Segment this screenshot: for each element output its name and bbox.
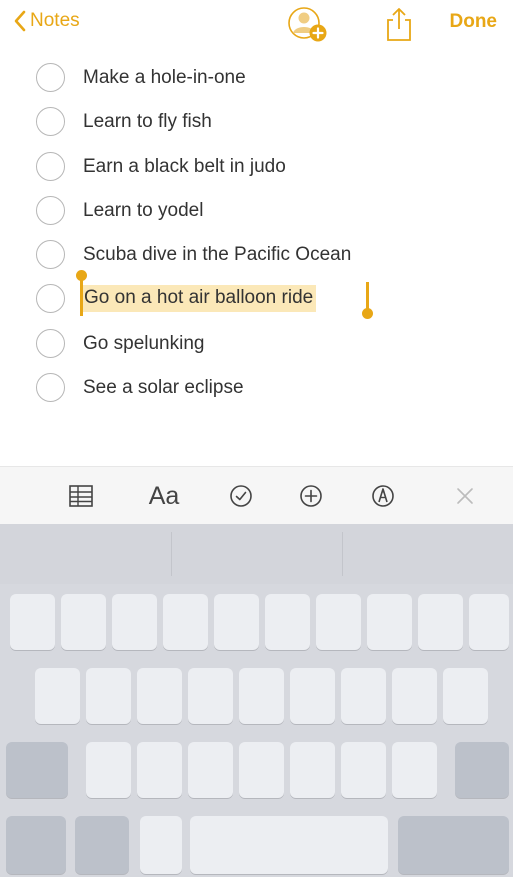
item-label[interactable]: Learn to yodel: [83, 200, 203, 222]
keyboard-key[interactable]: [418, 594, 463, 650]
keyboard-key[interactable]: [137, 668, 182, 724]
item-label[interactable]: See a solar eclipse: [83, 377, 244, 399]
keyboard-key[interactable]: [137, 742, 182, 798]
keyboard-key[interactable]: [239, 742, 284, 798]
item-label[interactable]: Earn a black belt in judo: [83, 156, 286, 178]
suggestion-divider: [171, 532, 172, 576]
keyboard-key[interactable]: [443, 668, 488, 724]
checklist: Make a hole-in-one Learn to fly fish Ear…: [0, 57, 513, 411]
chevron-left-icon: [14, 10, 26, 32]
keyboard-key[interactable]: [86, 742, 131, 798]
keyboard-key[interactable]: [341, 668, 386, 724]
checkbox-circle[interactable]: [36, 107, 65, 137]
close-icon: [457, 488, 473, 504]
suggestion-bar: [0, 524, 513, 584]
selected-item-label[interactable]: Go on a hot air balloon ride: [81, 285, 317, 313]
checklist-item[interactable]: Earn a black belt in judo: [0, 146, 513, 190]
keyboard-key[interactable]: [10, 594, 55, 650]
checkbox-circle[interactable]: [36, 151, 65, 181]
checklist-item[interactable]: See a solar eclipse: [0, 367, 513, 411]
checkbox-circle[interactable]: [36, 240, 65, 270]
checkbox-circle[interactable]: [36, 373, 65, 403]
done-button[interactable]: Done: [450, 11, 498, 33]
format-toolbar: Aa: [0, 466, 513, 525]
return-key[interactable]: [398, 816, 509, 874]
suggestion-divider: [342, 532, 343, 576]
table-icon: [69, 485, 93, 507]
checklist-item-selected[interactable]: Go on a hot air balloon ride: [0, 270, 513, 322]
shift-key[interactable]: [6, 742, 68, 798]
keyboard-key[interactable]: [188, 742, 233, 798]
nav-bar: Notes Done: [0, 0, 513, 50]
checklist-icon: [230, 485, 252, 507]
add-button[interactable]: [294, 480, 328, 512]
item-label[interactable]: Make a hole-in-one: [83, 67, 246, 89]
keyboard-key[interactable]: [392, 742, 437, 798]
keyboard-key[interactable]: [214, 594, 259, 650]
text-format-button[interactable]: Aa: [140, 480, 188, 512]
markup-button[interactable]: [366, 480, 400, 512]
checklist-item[interactable]: Go spelunking: [0, 323, 513, 367]
share-button[interactable]: [384, 6, 414, 42]
keyboard-key[interactable]: [265, 594, 310, 650]
selection-end-handle[interactable]: [362, 282, 373, 320]
checkbox-circle[interactable]: [36, 63, 65, 92]
checklist-item[interactable]: Make a hole-in-one: [0, 57, 513, 101]
checklist-button[interactable]: [224, 480, 258, 512]
selection-start-handle[interactable]: [76, 270, 87, 317]
keyboard: [0, 524, 513, 877]
item-label[interactable]: Scuba dive in the Pacific Ocean: [83, 244, 351, 266]
add-person-icon: [288, 7, 327, 42]
keyboard-key[interactable]: [112, 594, 157, 650]
close-toolbar-button[interactable]: [448, 480, 482, 512]
add-person-button[interactable]: [288, 6, 328, 44]
checklist-item[interactable]: Learn to yodel: [0, 190, 513, 234]
dictation-key[interactable]: [140, 816, 182, 874]
keyboard-key[interactable]: [163, 594, 208, 650]
keyboard-key[interactable]: [35, 668, 80, 724]
emoji-key[interactable]: [75, 816, 129, 874]
checkbox-circle[interactable]: [36, 328, 65, 358]
keyboard-key[interactable]: [316, 594, 361, 650]
table-button[interactable]: [64, 480, 98, 512]
keyboard-key[interactable]: [341, 742, 386, 798]
keyboard-key[interactable]: [86, 668, 131, 724]
keyboard-key[interactable]: [469, 594, 509, 650]
numbers-key[interactable]: [6, 816, 66, 874]
delete-key[interactable]: [455, 742, 509, 798]
space-key[interactable]: [190, 816, 388, 874]
keyboard-key[interactable]: [61, 594, 106, 650]
back-button[interactable]: Notes: [14, 10, 80, 32]
item-label[interactable]: Learn to fly fish: [83, 111, 212, 133]
checkbox-circle[interactable]: [36, 284, 65, 314]
keyboard-key[interactable]: [188, 668, 233, 724]
keyboard-key[interactable]: [367, 594, 412, 650]
keyboard-key[interactable]: [239, 668, 284, 724]
keyboard-key[interactable]: [290, 742, 335, 798]
share-icon: [387, 8, 411, 41]
item-label[interactable]: Go spelunking: [83, 333, 204, 355]
checklist-item[interactable]: Learn to fly fish: [0, 101, 513, 145]
add-icon: [300, 485, 322, 507]
markup-icon: [372, 485, 394, 507]
back-label: Notes: [30, 10, 80, 31]
keyboard-key[interactable]: [392, 668, 437, 724]
checkbox-circle[interactable]: [36, 195, 65, 225]
keyboard-key[interactable]: [290, 668, 335, 724]
